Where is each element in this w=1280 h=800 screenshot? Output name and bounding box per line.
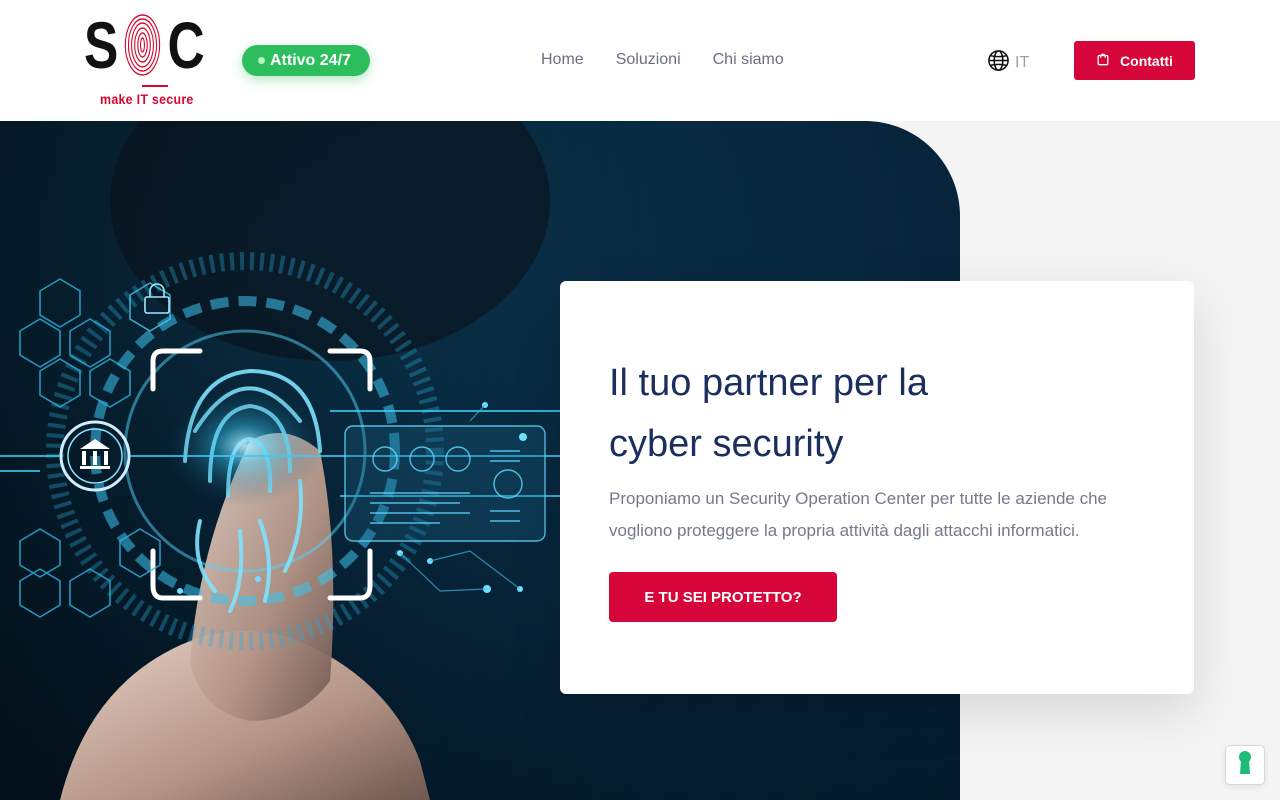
logo[interactable]: S C make IT secure — [84, 8, 220, 112]
language-selector[interactable]: IT — [987, 49, 1029, 77]
language-code: IT — [1015, 54, 1030, 71]
fingerprint-icon — [124, 13, 161, 77]
logo-wordmark: S C — [84, 8, 205, 82]
logo-tagline: make IT secure — [100, 92, 194, 107]
main-nav: Home Soluzioni Chi siamo — [541, 50, 816, 70]
status-dot-icon — [258, 57, 265, 64]
contact-button-label: Contatti — [1120, 52, 1173, 69]
shopping-bag-icon — [1096, 52, 1110, 69]
nav-item-home[interactable]: Home — [541, 50, 584, 70]
logo-divider — [142, 85, 168, 87]
hero-title-line2: cyber security — [609, 423, 844, 465]
keyhole-icon — [1237, 750, 1253, 781]
hero-card: Il tuo partner per la cyber security Pro… — [560, 281, 1194, 694]
nav-item-chi-siamo[interactable]: Chi siamo — [713, 50, 784, 70]
status-badge: Attivo 24/7 — [242, 45, 370, 76]
nav-item-soluzioni[interactable]: Soluzioni — [616, 50, 681, 70]
contact-button[interactable]: Contatti — [1074, 41, 1195, 80]
site-header: S C make IT secure Attivo 24/7 Home Solu… — [0, 0, 1280, 121]
privacy-widget-button[interactable] — [1225, 745, 1265, 785]
hero-description: Proponiamo un Security Operation Center … — [609, 489, 1108, 540]
hero-title: Il tuo partner per la cyber security — [609, 353, 1129, 475]
hero-title-line1: Il tuo partner per la — [609, 362, 928, 404]
cta-button[interactable]: E TU SEI PROTETTO? — [609, 572, 837, 622]
status-label: Attivo 24/7 — [270, 51, 351, 69]
globe-icon — [987, 49, 1010, 77]
